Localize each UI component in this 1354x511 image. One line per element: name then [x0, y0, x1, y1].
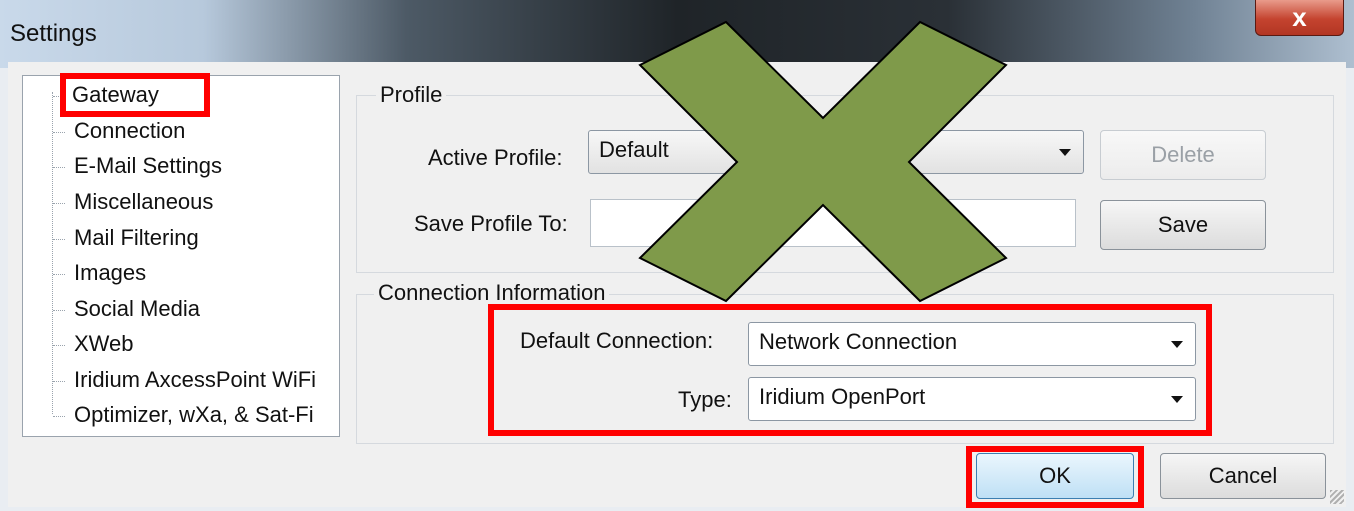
- cancel-button-label: Cancel: [1208, 463, 1278, 488]
- tree-connector-tick: [53, 416, 65, 417]
- chevron-down-icon: [1171, 396, 1183, 403]
- tree-item-connection[interactable]: Connection: [74, 118, 185, 144]
- type-label: Type:: [678, 387, 732, 412]
- tree-connector-tick: [53, 96, 65, 97]
- ok-button[interactable]: OK: [976, 453, 1134, 499]
- connection-info-group-title: Connection Information: [374, 280, 610, 306]
- active-profile-dropdown[interactable]: Default: [588, 130, 1084, 174]
- save-button-label: Save: [1157, 212, 1209, 237]
- type-dropdown[interactable]: Iridium OpenPort: [748, 377, 1196, 421]
- ok-button-label: OK: [1039, 463, 1071, 488]
- save-button[interactable]: Save: [1100, 200, 1266, 250]
- window-title: Settings: [10, 20, 97, 47]
- tree-item-images[interactable]: Images: [74, 260, 146, 286]
- delete-button-label: Delete: [1151, 142, 1215, 167]
- tree-connector-tick: [53, 239, 65, 240]
- close-button[interactable]: x: [1255, 0, 1344, 36]
- active-profile-value: Default: [599, 137, 669, 162]
- tree-connector-line: [52, 92, 53, 414]
- default-connection-value: Network Connection: [759, 329, 958, 354]
- save-profile-to-input[interactable]: [590, 199, 1076, 247]
- active-profile-label: Active Profile:: [428, 145, 563, 170]
- tree-item-optimizer-wxa-sat-fi[interactable]: Optimizer, wXa, & Sat-Fi: [74, 402, 314, 428]
- tree-item-iridium-axcesspoint-wifi[interactable]: Iridium AxcessPoint WiFi: [74, 367, 316, 393]
- tree-item-xweb[interactable]: XWeb: [74, 331, 134, 357]
- default-connection-label: Default Connection:: [520, 328, 714, 353]
- tree-item-gateway[interactable]: Gateway: [72, 82, 159, 108]
- connection-info-group: [356, 294, 1334, 444]
- type-value: Iridium OpenPort: [759, 384, 926, 409]
- profile-group-title: Profile: [376, 82, 447, 108]
- delete-button[interactable]: Delete: [1100, 130, 1266, 180]
- tree-connector-tick: [53, 203, 65, 204]
- tree-item-e-mail-settings[interactable]: E-Mail Settings: [74, 153, 222, 179]
- title-bar[interactable]: Settings x: [0, 0, 1354, 68]
- tree-connector-tick: [53, 132, 65, 133]
- resize-grip-icon[interactable]: [1330, 490, 1344, 504]
- save-profile-to-label: Save Profile To:: [414, 211, 568, 236]
- tree-item-mail-filtering[interactable]: Mail Filtering: [74, 225, 199, 251]
- cancel-button[interactable]: Cancel: [1160, 453, 1326, 499]
- close-icon: x: [1292, 2, 1307, 32]
- default-connection-dropdown[interactable]: Network Connection: [748, 322, 1196, 366]
- tree-item-miscellaneous[interactable]: Miscellaneous: [74, 189, 213, 215]
- tree-connector-tick: [53, 274, 65, 275]
- chevron-down-icon: [1171, 341, 1183, 348]
- tree-connector-tick: [53, 310, 65, 311]
- tree-connector-tick: [53, 345, 65, 346]
- tree-item-social-media[interactable]: Social Media: [74, 296, 200, 322]
- chevron-down-icon: [1059, 149, 1071, 156]
- tree-connector-tick: [53, 167, 65, 168]
- settings-window: Settings x Gateway Connection E-Mail Setti…: [0, 0, 1354, 511]
- tree-connector-tick: [53, 381, 65, 382]
